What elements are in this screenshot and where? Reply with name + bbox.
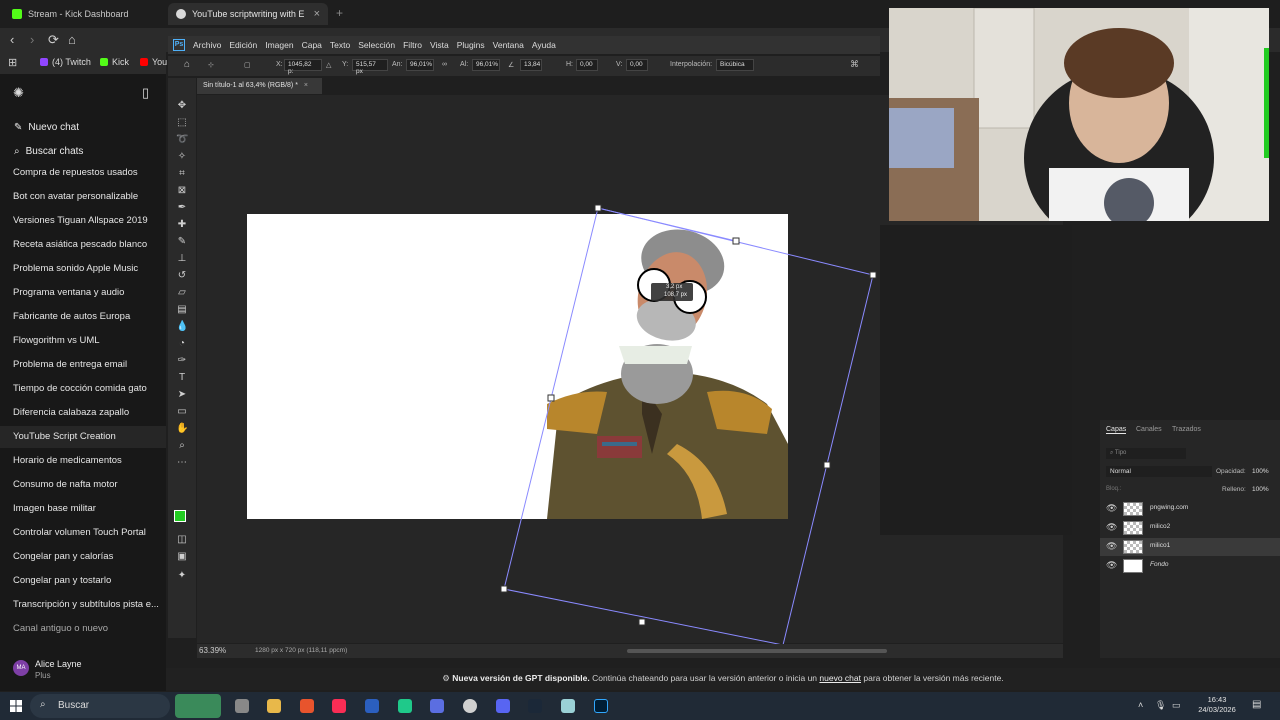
settings-icon[interactable]	[235, 699, 249, 713]
transform-handle[interactable]	[732, 237, 740, 245]
photoshop-taskbar-icon[interactable]	[594, 699, 608, 713]
transform-handle[interactable]	[638, 618, 646, 626]
layer-name: milico2	[1150, 523, 1171, 530]
layer-thumbnail	[1123, 502, 1143, 516]
zoom-level[interactable]: 63.39%	[199, 646, 226, 655]
layer-filter-input[interactable]: ⌕ Tipo	[1106, 448, 1186, 459]
layer-thumbnail	[1123, 559, 1143, 573]
layer-name: milico1	[1150, 542, 1171, 549]
tray-chevron-icon[interactable]: ˄	[1138, 700, 1143, 710]
vscode-icon[interactable]	[365, 699, 379, 713]
transform-handle[interactable]	[500, 585, 508, 593]
opacity-label: Opacidad:	[1216, 468, 1246, 475]
blend-mode-select[interactable]: Normal	[1106, 466, 1212, 477]
photoshop-status-bar: 63.39% 1280 px x 720 px (118,11 ppcm)	[197, 644, 1063, 658]
gpt-version-notice: ⚙ Nueva versión de GPT disponible. Conti…	[166, 668, 1280, 690]
new-chat-link[interactable]: nuevo chat	[819, 673, 861, 683]
notepad-icon[interactable]	[561, 699, 575, 713]
transform-handle[interactable]	[594, 204, 602, 212]
apple-music-icon[interactable]	[332, 699, 346, 713]
visibility-eye-icon[interactable]: 👁	[1106, 522, 1117, 533]
layer-name: pngwing.com	[1150, 504, 1189, 511]
visibility-eye-icon[interactable]: 👁	[1106, 560, 1117, 571]
notice-text-after: para obtener la versión más reciente.	[863, 673, 1004, 683]
info-icon: ⚙	[442, 673, 453, 683]
fill-input[interactable]: 100%	[1252, 486, 1269, 493]
app-icon[interactable]	[430, 699, 444, 713]
layer-thumbnail	[1123, 521, 1143, 535]
layer-name: Fondo	[1150, 561, 1169, 568]
clock-date: 24/03/2026	[1198, 705, 1236, 714]
brave-browser-icon[interactable]	[300, 699, 314, 713]
horizontal-scrollbar[interactable]	[627, 649, 887, 653]
transform-handle[interactable]	[869, 271, 877, 279]
document-size: 1280 px x 720 px (118,11 ppcm)	[255, 647, 348, 654]
transform-handle[interactable]	[823, 461, 831, 469]
transform-readout-line2: 108,7 px	[664, 292, 688, 298]
lock-label: Bloq.:	[1106, 486, 1122, 492]
layers-panel: Capas Canales Trazados ⌕ Tipo Normal Opa…	[1100, 420, 1280, 658]
transform-handle[interactable]	[547, 394, 555, 402]
notification-icon[interactable]: ▤	[1252, 699, 1261, 710]
steam-icon[interactable]	[528, 699, 542, 713]
empty-panel-area	[880, 225, 1072, 535]
layer-thumbnail	[1123, 540, 1143, 554]
layer-row[interactable]: 👁 milico2	[1100, 519, 1280, 537]
webcam-overlay	[889, 8, 1269, 221]
search-icon: ⌕	[40, 699, 46, 710]
fill-label: Relleno:	[1222, 486, 1246, 493]
notice-title: Nueva versión de GPT disponible.	[452, 673, 590, 683]
taskbar-search[interactable]: ⌕ Buscar	[30, 694, 170, 718]
transform-readout-line1: 3,2 px	[666, 284, 683, 290]
visibility-eye-icon[interactable]: 👁	[1106, 503, 1117, 514]
android-studio-icon[interactable]	[398, 699, 412, 713]
opacity-input[interactable]: 100%	[1252, 468, 1269, 475]
visibility-eye-icon[interactable]: 👁	[1106, 541, 1117, 552]
taskbar-clock[interactable]: 16:43 24/03/2026	[1195, 695, 1239, 715]
webcam-feed	[889, 8, 1269, 221]
notice-text: Continúa chateando para usar la versión …	[592, 673, 818, 683]
network-icon[interactable]: ▭	[1172, 700, 1181, 711]
windows-start-icon[interactable]	[10, 700, 22, 712]
chatgpt-icon[interactable]	[463, 699, 477, 713]
microphone-icon[interactable]: 🎙	[1155, 700, 1166, 711]
layer-row[interactable]: 👁 pngwing.com	[1100, 500, 1280, 518]
discord-icon[interactable]	[496, 699, 510, 713]
layer-row[interactable]: 👁 Fondo	[1100, 557, 1280, 575]
clock-time: 16:43	[1207, 695, 1227, 704]
tab-channels[interactable]: Canales	[1136, 426, 1162, 433]
file-explorer-icon[interactable]	[267, 699, 281, 713]
widgets-icon[interactable]	[175, 694, 221, 718]
tab-paths[interactable]: Trazados	[1172, 426, 1201, 433]
layer-row[interactable]: 👁 milico1	[1100, 538, 1280, 556]
tab-layers[interactable]: Capas	[1106, 426, 1127, 434]
